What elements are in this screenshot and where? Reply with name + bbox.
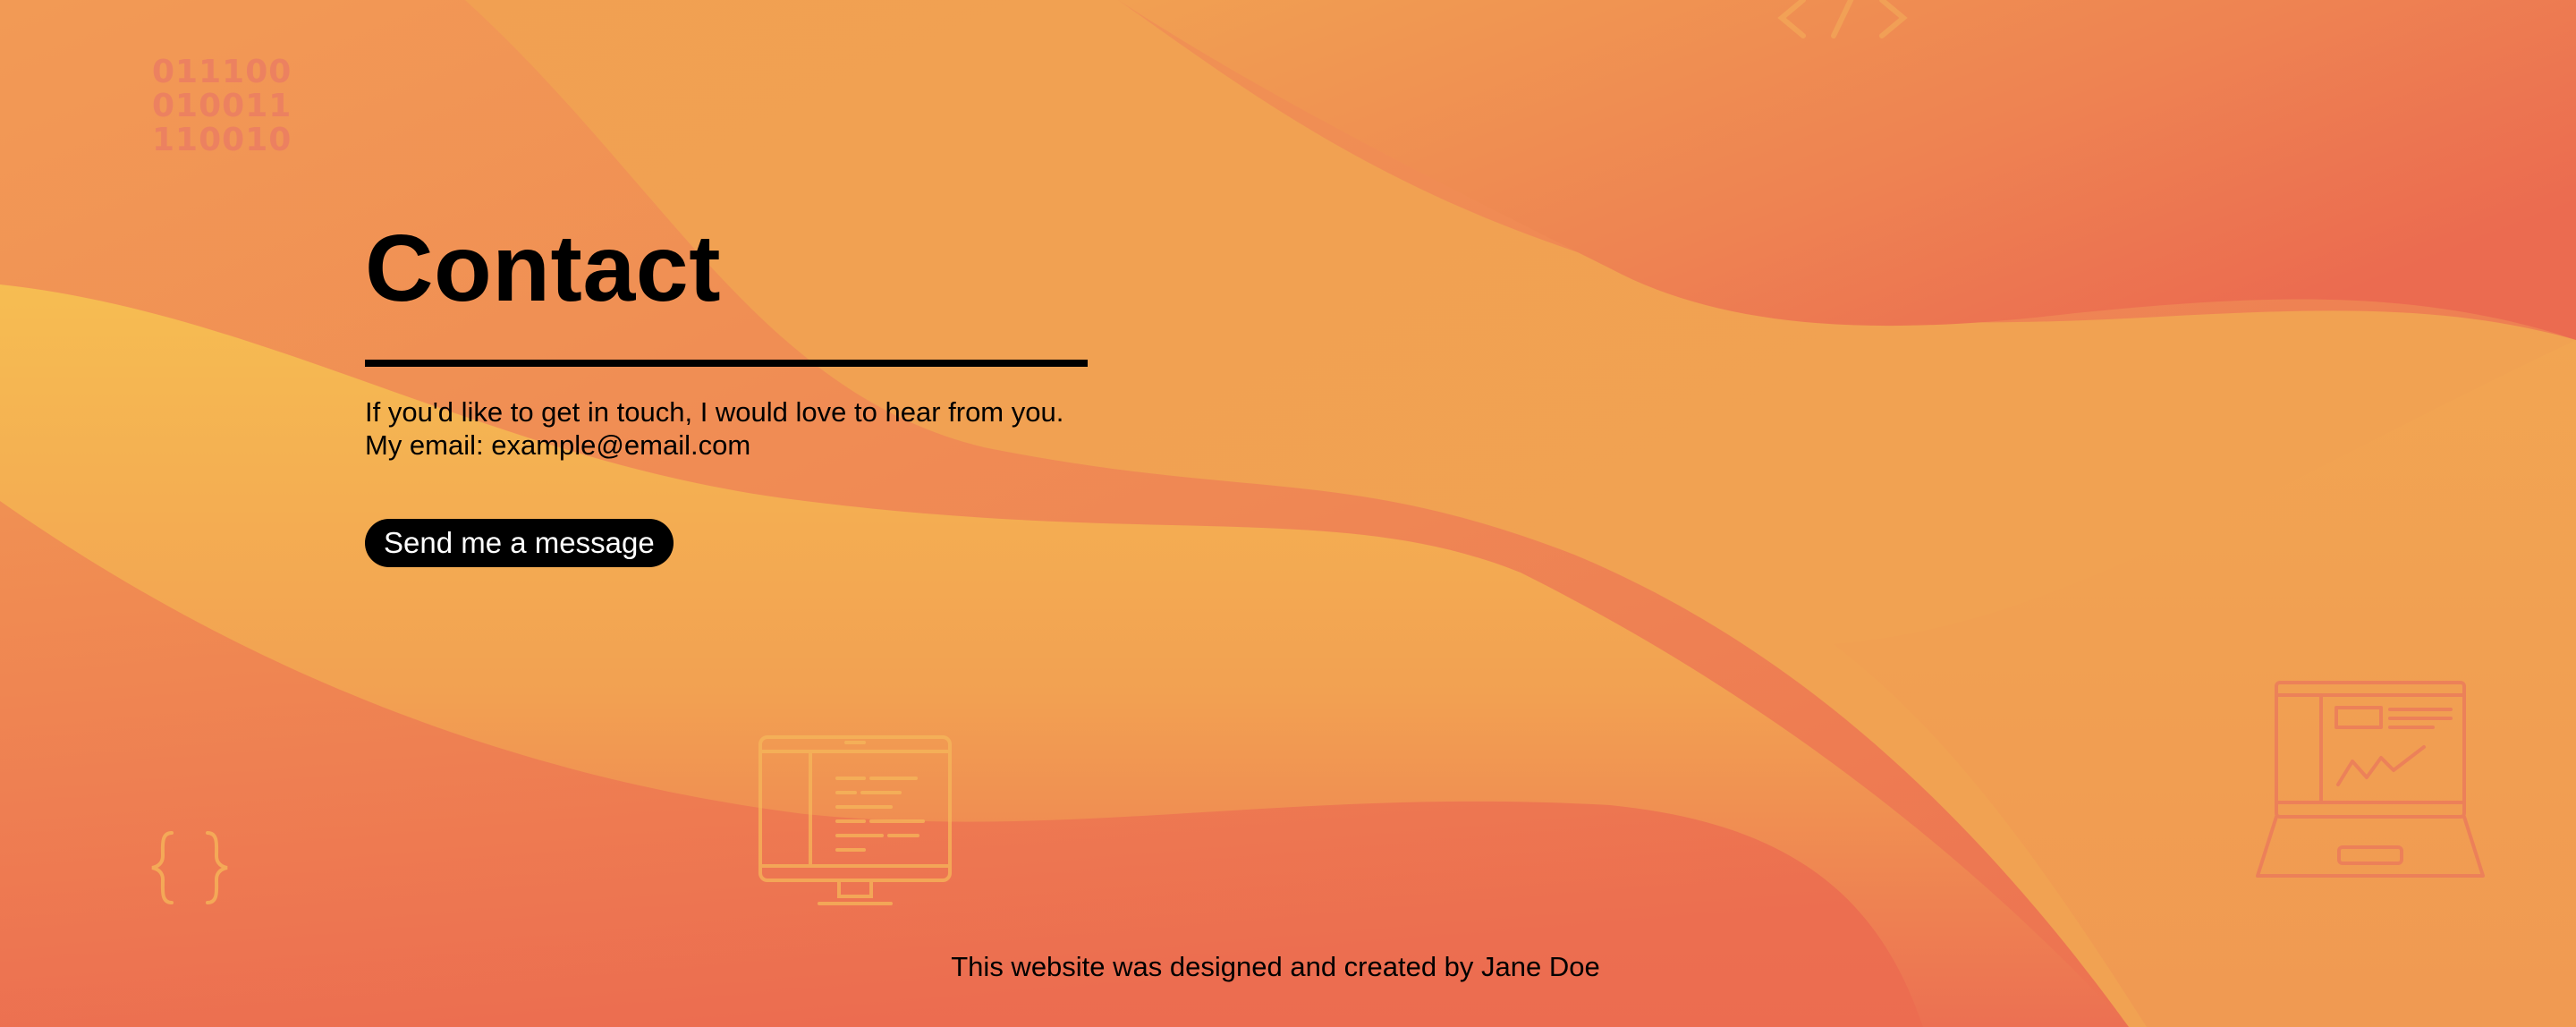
binary-code-icon: 011100 010011 110010 (152, 55, 292, 157)
contact-intro: If you'd like to get in touch, I would l… (365, 395, 1098, 462)
contact-section: Contact If you'd like to get in touch, I… (365, 215, 1098, 567)
intro-text: If you'd like to get in touch, I would l… (365, 396, 1064, 428)
title-divider (365, 360, 1088, 367)
binary-line: 110010 (152, 122, 292, 158)
footer-credit: This website was designed and created by… (951, 951, 1600, 982)
email-text: My email: example@email.com (365, 429, 751, 461)
monitor-icon (758, 735, 952, 905)
binary-line: 011100 (152, 54, 292, 90)
page-title: Contact (365, 216, 722, 321)
send-message-button[interactable]: Send me a message (365, 519, 674, 567)
binary-line: 010011 (152, 88, 292, 124)
code-brackets-icon (1777, 0, 1908, 38)
curly-braces-icon (151, 831, 228, 904)
laptop-chart-icon (2256, 681, 2485, 878)
